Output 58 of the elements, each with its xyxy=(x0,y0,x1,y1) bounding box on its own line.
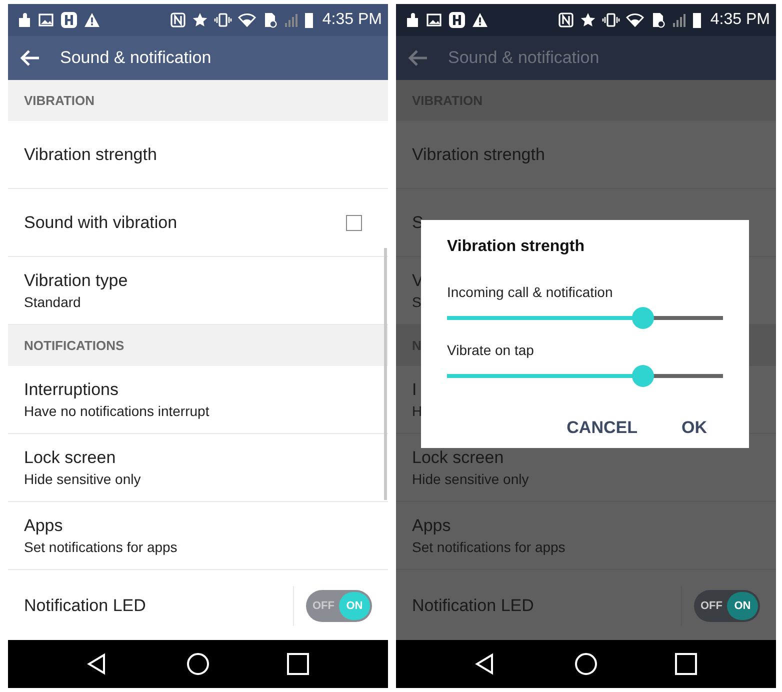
image-icon xyxy=(426,12,442,28)
setting-summary: Set notifications for apps xyxy=(24,539,178,555)
slider[interactable] xyxy=(447,306,723,330)
vibrate-icon xyxy=(602,12,620,28)
sd-card-icon xyxy=(262,12,278,28)
setting-title[interactable]: Apps xyxy=(24,516,63,536)
status-time: 4:35 PM xyxy=(710,11,770,29)
star-icon xyxy=(580,12,596,28)
setting-title[interactable]: Vibration type xyxy=(24,271,128,291)
screen-title: Sound & notification xyxy=(60,48,212,68)
setting-summary: Standard xyxy=(24,294,81,310)
dialog-title: Vibration strength xyxy=(447,238,586,256)
checkbox[interactable] xyxy=(346,214,362,230)
battery-icon xyxy=(692,12,702,28)
image-icon xyxy=(38,12,54,28)
toggle-switch[interactable]: OFF ON xyxy=(694,590,760,622)
setting-summary: Hide sensitive only xyxy=(24,471,141,487)
status-time: 4:35 PM xyxy=(322,11,382,29)
wifi-icon xyxy=(626,12,644,28)
section-header: NOTIFICATIONS xyxy=(8,325,388,366)
warning-icon xyxy=(84,12,100,28)
wifi-icon xyxy=(238,12,256,28)
recents-icon[interactable] xyxy=(286,652,310,676)
sd-card-icon xyxy=(650,12,666,28)
nfc-icon xyxy=(170,12,186,28)
setting-summary: S xyxy=(412,294,422,310)
screen-title: Sound & notification xyxy=(448,48,600,68)
app-badge-icon xyxy=(448,11,466,29)
star-icon xyxy=(192,12,208,28)
app-badge-icon xyxy=(60,11,78,29)
slider-label: Incoming call & notification xyxy=(447,284,614,300)
dialog-button[interactable]: OK xyxy=(680,414,709,442)
slider-thumb[interactable] xyxy=(632,307,654,329)
signal-icon xyxy=(284,12,298,28)
setting-title[interactable]: Interruptions xyxy=(24,380,118,400)
signal-icon xyxy=(672,12,686,28)
slider-thumb[interactable] xyxy=(632,365,654,387)
puzzle-icon xyxy=(16,12,32,28)
setting-summary: H xyxy=(412,403,422,419)
setting-title[interactable]: Lock screen xyxy=(24,448,116,468)
setting-summary: Have no notifications interrupt xyxy=(24,403,210,419)
battery-icon xyxy=(304,12,314,28)
home-icon[interactable] xyxy=(574,652,598,676)
warning-icon xyxy=(472,12,488,28)
setting-summary: Set notifications for apps xyxy=(412,539,566,555)
recents-icon[interactable] xyxy=(674,652,698,676)
slider[interactable] xyxy=(447,364,723,388)
puzzle-icon xyxy=(404,12,420,28)
vibrate-icon xyxy=(214,12,232,28)
section-header: VIBRATION xyxy=(8,80,388,121)
setting-title[interactable]: Vibration strength xyxy=(24,144,157,164)
home-icon[interactable] xyxy=(186,652,210,676)
nfc-icon xyxy=(558,12,574,28)
setting-title[interactable]: Sound with vibration xyxy=(24,212,178,232)
setting-title[interactable]: Notification LED xyxy=(24,596,146,616)
dialog-button[interactable]: CANCEL xyxy=(564,414,640,442)
slider-label: Vibrate on tap xyxy=(447,342,535,358)
setting-summary: Hide sensitive only xyxy=(412,471,529,487)
